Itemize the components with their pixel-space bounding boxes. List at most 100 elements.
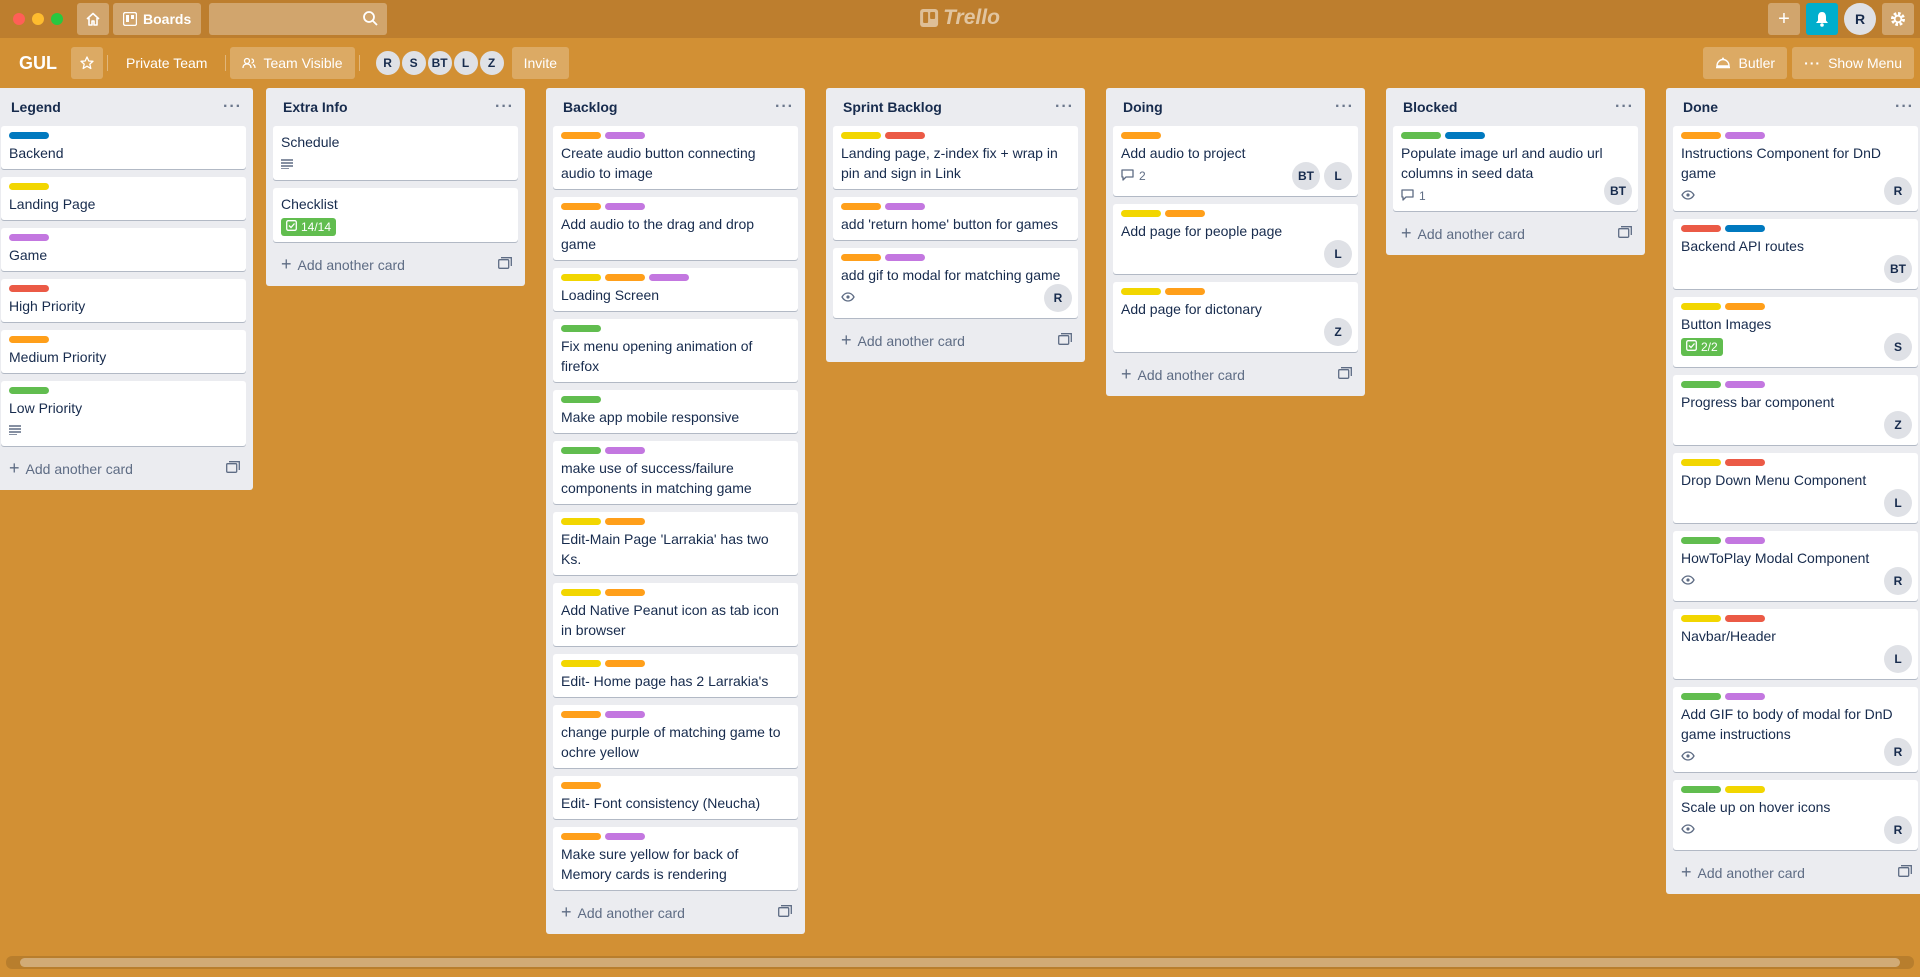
card[interactable]: Schedule (273, 126, 518, 180)
card[interactable]: Make sure yellow for back of Memory card… (553, 827, 798, 890)
green-label[interactable] (561, 447, 601, 454)
star-board-button[interactable] (71, 47, 103, 79)
card-template-icon[interactable] (1058, 332, 1072, 348)
card[interactable]: Edit- Font consistency (Neucha) (553, 776, 798, 819)
card[interactable]: Navbar/Header L (1673, 609, 1918, 679)
purple-label[interactable] (605, 833, 645, 840)
member-avatar[interactable]: R (373, 49, 402, 77)
card-template-icon[interactable] (1618, 225, 1632, 241)
list-title[interactable]: Legend (11, 99, 61, 115)
green-label[interactable] (1681, 693, 1721, 700)
purple-label[interactable] (1725, 381, 1765, 388)
zoom-window-button[interactable] (51, 13, 63, 25)
orange-label[interactable] (605, 274, 645, 281)
red-label[interactable] (1725, 459, 1765, 466)
card[interactable]: Button Images 2/2 S (1673, 297, 1918, 367)
orange-label[interactable] (605, 589, 645, 596)
orange-label[interactable] (561, 833, 601, 840)
card[interactable]: High Priority (1, 279, 246, 322)
card-template-icon[interactable] (1338, 366, 1352, 382)
card[interactable]: Low Priority (1, 381, 246, 446)
member-avatar[interactable]: R (1884, 177, 1912, 205)
card[interactable]: Add audio to the drag and drop game (553, 197, 798, 260)
card[interactable]: Landing Page (1, 177, 246, 220)
list-title[interactable]: Doing (1123, 99, 1163, 115)
card[interactable]: Fix menu opening animation of firefox (553, 319, 798, 382)
list-title[interactable]: Blocked (1403, 99, 1457, 115)
trello-logo[interactable]: Trello (920, 6, 1000, 30)
orange-label[interactable] (605, 660, 645, 667)
card[interactable]: Edit-Main Page 'Larrakia' has two Ks. (553, 512, 798, 575)
yellow-label[interactable] (1725, 786, 1765, 793)
orange-label[interactable] (1121, 132, 1161, 139)
yellow-label[interactable] (561, 589, 601, 596)
yellow-label[interactable] (1681, 303, 1721, 310)
member-avatar[interactable]: Z (1324, 318, 1352, 346)
red-label[interactable] (1681, 225, 1721, 232)
boards-button[interactable]: Boards (113, 3, 202, 35)
orange-label[interactable] (561, 203, 601, 210)
purple-label[interactable] (1725, 693, 1765, 700)
card[interactable]: Populate image url and audio url columns… (1393, 126, 1638, 211)
card[interactable]: Progress bar component Z (1673, 375, 1918, 445)
member-avatar[interactable]: R (1884, 567, 1912, 595)
green-label[interactable] (561, 396, 601, 403)
green-label[interactable] (561, 325, 601, 332)
card[interactable]: Add page for people page L (1113, 204, 1358, 274)
add-card-button[interactable]: + Add another card (553, 898, 798, 926)
horizontal-scrollbar[interactable] (6, 956, 1914, 969)
minimize-window-button[interactable] (32, 13, 44, 25)
orange-label[interactable] (1165, 210, 1205, 217)
blue-label[interactable] (9, 132, 49, 139)
settings-button[interactable] (1882, 3, 1914, 35)
scrollbar-thumb[interactable] (20, 958, 1900, 967)
yellow-label[interactable] (1121, 288, 1161, 295)
orange-label[interactable] (1725, 303, 1765, 310)
purple-label[interactable] (605, 447, 645, 454)
purple-label[interactable] (605, 711, 645, 718)
list-menu-icon[interactable]: ··· (495, 98, 514, 116)
purple-label[interactable] (885, 203, 925, 210)
card[interactable]: change purple of matching game to ochre … (553, 705, 798, 768)
purple-label[interactable] (885, 254, 925, 261)
add-card-button[interactable]: + Add another card (1113, 360, 1358, 388)
member-avatar[interactable]: R (1884, 738, 1912, 766)
member-avatar[interactable]: L (1324, 240, 1352, 268)
member-avatar[interactable]: BT (1884, 255, 1912, 283)
add-card-button[interactable]: + Add another card (1673, 858, 1918, 886)
member-avatar[interactable]: BT (425, 49, 454, 77)
purple-label[interactable] (649, 274, 689, 281)
list-menu-icon[interactable]: ··· (1335, 98, 1354, 116)
blue-label[interactable] (1725, 225, 1765, 232)
green-label[interactable] (1401, 132, 1441, 139)
card[interactable]: Backend (1, 126, 246, 169)
list-menu-icon[interactable]: ··· (1615, 98, 1634, 116)
list-title[interactable]: Extra Info (283, 99, 348, 115)
home-button[interactable] (77, 3, 109, 35)
yellow-label[interactable] (561, 274, 601, 281)
list-menu-icon[interactable]: ··· (1055, 98, 1074, 116)
yellow-label[interactable] (1681, 615, 1721, 622)
purple-label[interactable] (1725, 537, 1765, 544)
add-card-button[interactable]: + Add another card (1, 454, 246, 482)
member-avatar[interactable]: BT (1604, 177, 1632, 205)
blue-label[interactable] (1445, 132, 1485, 139)
yellow-label[interactable] (9, 183, 49, 190)
card[interactable]: Instructions Component for DnD game R (1673, 126, 1918, 211)
purple-label[interactable] (605, 132, 645, 139)
card-template-icon[interactable] (498, 256, 512, 272)
red-label[interactable] (885, 132, 925, 139)
card[interactable]: Drop Down Menu Component L (1673, 453, 1918, 523)
member-avatar[interactable]: L (1884, 489, 1912, 517)
create-button[interactable]: + (1768, 3, 1800, 35)
card[interactable]: Landing page, z-index fix + wrap in pin … (833, 126, 1078, 189)
card-template-icon[interactable] (778, 904, 792, 920)
green-label[interactable] (1681, 381, 1721, 388)
member-avatar[interactable]: Z (477, 49, 506, 77)
add-card-button[interactable]: + Add another card (833, 326, 1078, 354)
yellow-label[interactable] (1121, 210, 1161, 217)
purple-label[interactable] (1725, 132, 1765, 139)
card[interactable]: Backend API routes BT (1673, 219, 1918, 289)
card[interactable]: Add audio to project 2 BT L (1113, 126, 1358, 196)
orange-label[interactable] (1165, 288, 1205, 295)
